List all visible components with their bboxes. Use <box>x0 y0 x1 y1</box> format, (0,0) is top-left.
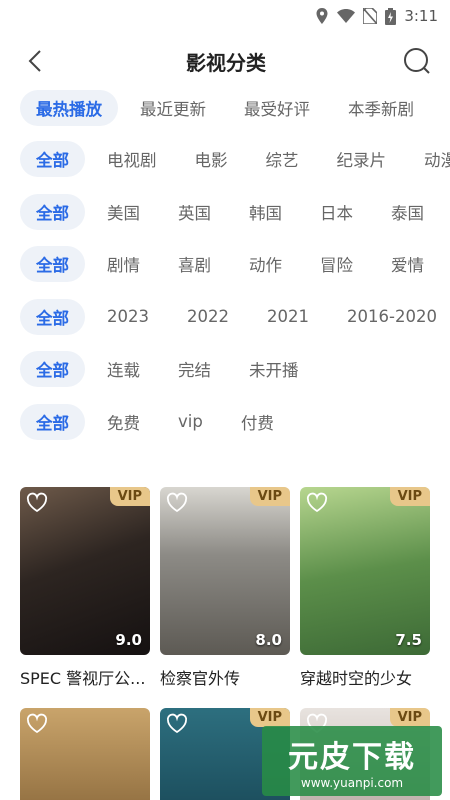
filter-chip[interactable]: 2022 <box>171 299 245 335</box>
status-time: 3:11 <box>404 7 438 25</box>
filter-chip[interactable]: 爱情 <box>375 246 440 282</box>
poster-card[interactable]: VIP 7.5 穿越时空的少女 <box>300 487 430 689</box>
wifi-icon <box>337 9 356 23</box>
battery-charging-icon <box>385 7 397 25</box>
filter-chip[interactable]: 喜剧 <box>162 246 227 282</box>
heart-add-icon[interactable] <box>26 713 48 735</box>
poster-image[interactable] <box>20 708 150 800</box>
filter-chip[interactable]: 动作 <box>233 246 298 282</box>
filter-chip[interactable]: 2016-2020 <box>331 299 450 335</box>
chevron-left-icon <box>28 50 41 72</box>
no-sim-icon <box>363 8 378 24</box>
filter-row-year: 全部 2023 2022 2021 2016-2020 <box>20 298 450 335</box>
heart-add-icon[interactable] <box>26 492 48 514</box>
app-header: 影视分类 <box>0 32 450 90</box>
sort-tabs: 最热播放 最近更新 最受好评 本季新剧 <box>20 90 450 126</box>
watermark-url: www.yuanpi.com <box>300 776 404 790</box>
poster-image[interactable]: VIP 7.5 <box>300 487 430 655</box>
filter-chip[interactable]: 免费 <box>91 404 156 440</box>
filter-row-payment: 全部 免费 vip 付费 <box>20 403 450 440</box>
poster-grid: VIP 9.0 SPEC 警视厅公... VIP 8.0 检察官外传 VIP 7… <box>20 487 440 689</box>
filter-row-region: 全部 美国 英国 韩国 日本 泰国 <box>20 193 450 230</box>
filter-chip[interactable]: 剧情 <box>91 246 156 282</box>
heart-add-icon[interactable] <box>306 492 328 514</box>
poster-card[interactable]: VIP 8.0 检察官外传 <box>160 487 290 689</box>
page-title: 影视分类 <box>186 50 266 75</box>
filter-chip[interactable]: 完结 <box>162 351 227 387</box>
filter-chip[interactable]: 泰国 <box>375 194 440 230</box>
filter-chip[interactable]: 2021 <box>251 299 325 335</box>
filter-chip[interactable]: 电视剧 <box>91 141 173 177</box>
vip-badge: VIP <box>389 487 430 506</box>
vip-badge: VIP <box>249 487 290 506</box>
filter-chip[interactable]: 电影 <box>179 141 244 177</box>
watermark-title: 元皮下载 <box>288 740 416 775</box>
filter-chip[interactable]: 全部 <box>20 193 85 230</box>
filter-chip[interactable]: 英国 <box>162 194 227 230</box>
filter-chip[interactable]: 日本 <box>304 194 369 230</box>
filter-chip[interactable]: 全部 <box>20 246 85 282</box>
heart-add-icon[interactable] <box>166 713 188 735</box>
poster-image[interactable]: VIP 9.0 <box>20 487 150 655</box>
poster-image[interactable]: VIP 8.0 <box>160 487 290 655</box>
status-bar: 3:11 <box>0 0 450 32</box>
filter-chip[interactable]: 全部 <box>20 403 85 440</box>
vip-badge: VIP <box>249 708 290 727</box>
poster-card[interactable] <box>20 708 150 800</box>
filter-chip[interactable]: 2023 <box>91 299 165 335</box>
heart-add-icon[interactable] <box>166 492 188 514</box>
search-icon <box>404 48 430 74</box>
filter-chip[interactable]: 韩国 <box>233 194 298 230</box>
filter-chip[interactable]: 综艺 <box>250 141 315 177</box>
score-label: 7.5 <box>395 631 422 649</box>
poster-title[interactable]: 检察官外传 <box>160 665 290 689</box>
filter-chip[interactable]: 全部 <box>20 141 85 177</box>
sort-tab-hot[interactable]: 最热播放 <box>20 90 118 126</box>
filter-chip[interactable]: 冒险 <box>304 246 369 282</box>
location-icon <box>315 8 329 24</box>
filter-chip[interactable]: 美国 <box>91 194 156 230</box>
vip-badge: VIP <box>109 487 150 506</box>
filter-chip[interactable]: vip <box>162 404 219 440</box>
back-button[interactable] <box>20 46 50 76</box>
sort-tab-recent[interactable]: 最近更新 <box>124 90 222 126</box>
filter-chip[interactable]: 纪录片 <box>321 141 403 177</box>
poster-title[interactable]: SPEC 警视厅公... <box>20 665 150 689</box>
filter-chip[interactable]: 未开播 <box>233 351 315 387</box>
score-label: 9.0 <box>115 631 142 649</box>
filter-row-genre: 全部 剧情 喜剧 动作 冒险 爱情 <box>20 246 450 282</box>
filter-chip[interactable]: 全部 <box>20 298 85 335</box>
sort-tab-rated[interactable]: 最受好评 <box>228 90 326 126</box>
filter-row-status: 全部 连载 完结 未开播 <box>20 351 450 387</box>
poster-card[interactable]: VIP 9.0 SPEC 警视厅公... <box>20 487 150 689</box>
poster-title[interactable]: 穿越时空的少女 <box>300 665 430 689</box>
filter-row-type: 全部 电视剧 电影 综艺 纪录片 动漫 <box>20 141 450 177</box>
search-button[interactable] <box>402 46 432 76</box>
sort-tab-season[interactable]: 本季新剧 <box>332 90 430 126</box>
filter-chip[interactable]: 动漫 <box>408 141 450 177</box>
filter-chip[interactable]: 付费 <box>225 404 290 440</box>
vip-badge: VIP <box>389 708 430 727</box>
filter-chip[interactable]: 连载 <box>91 351 156 387</box>
score-label: 8.0 <box>255 631 282 649</box>
site-watermark: 元皮下载 www.yuanpi.com <box>262 726 442 796</box>
filter-chip[interactable]: 全部 <box>20 351 85 387</box>
